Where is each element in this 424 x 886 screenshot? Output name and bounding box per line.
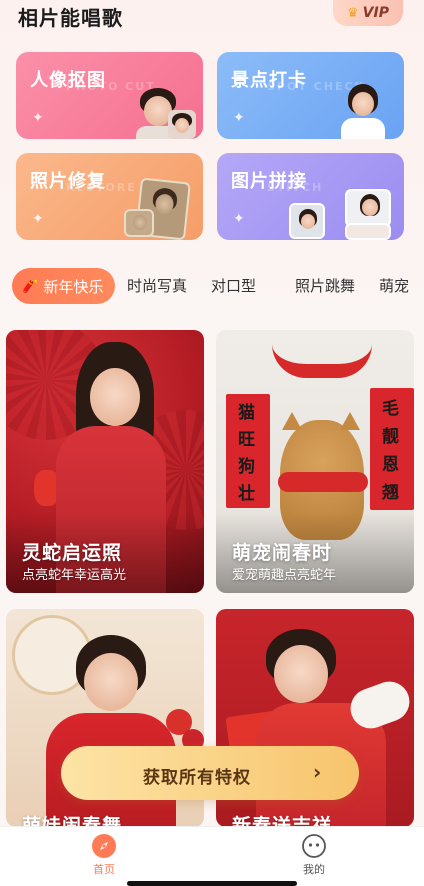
firecracker-icon: 🧨: [22, 278, 40, 294]
child-portrait-small-thumbnail: [168, 110, 196, 139]
couplet-left: 猫 旺 狗 壮: [226, 394, 270, 508]
old-photo-small-thumbnail: [124, 209, 154, 237]
template-card[interactable]: 灵蛇启运照 点亮蛇年幸运高光: [6, 330, 204, 593]
couplet-char: 狗: [238, 457, 255, 477]
cat-ear-left: [282, 412, 302, 430]
compass-icon: [92, 834, 116, 858]
tab-label: 新年快乐: [43, 277, 104, 296]
child-face: [274, 645, 328, 703]
get-all-privileges-button[interactable]: 获取所有特权 ›: [61, 746, 359, 800]
tab-lip-sync[interactable]: 对口型: [211, 268, 256, 304]
collage-thumbnail-2: [345, 189, 391, 227]
cta-label: 获取所有特权: [143, 768, 251, 788]
couplet-char: 壮: [238, 484, 255, 504]
card-title: 萌宠闹春时: [232, 542, 333, 564]
feature-label: 照片修复: [30, 171, 106, 192]
tab-fashion-portrait[interactable]: 时尚写真: [127, 268, 187, 304]
collage-thumbnail-3: [345, 223, 391, 240]
couplet-char: 靓: [382, 427, 399, 447]
child-face: [84, 653, 138, 711]
feature-label: 景点打卡: [231, 70, 307, 91]
chevron-right-icon: ›: [313, 760, 322, 784]
feature-portrait-cutout[interactable]: PHOTO CUT 人像抠图 ✦: [16, 52, 203, 139]
feature-photo-restore[interactable]: RESTORE 照片修复 ✦: [16, 153, 203, 240]
cat-scarf: [278, 472, 368, 492]
nav-home[interactable]: 首页: [74, 833, 134, 877]
card-subtitle: 爱宠萌趣点亮蛇年: [232, 568, 337, 583]
couplet-char: 毛: [382, 399, 399, 419]
crown-icon: ♛: [347, 5, 359, 21]
model-face: [90, 368, 140, 426]
tab-pets[interactable]: 萌宠: [379, 268, 409, 304]
feature-label: 人像抠图: [30, 70, 106, 91]
feature-landmark-checkin[interactable]: SPOT CHECK 景点打卡 ✦: [217, 52, 404, 139]
card-title: 萌娃闹春舞: [22, 815, 123, 827]
sparkle-icon: ✦: [233, 211, 245, 227]
sparkle-icon: ✦: [32, 110, 44, 126]
feature-photo-collage[interactable]: STITCH 图片拼接 ✦: [217, 153, 404, 240]
couplet-char: 翘: [382, 483, 399, 503]
vip-label: VIP: [362, 5, 389, 21]
category-tabs: 🧨 新年快乐 时尚写真 对口型 照片跳舞 萌宠: [0, 268, 424, 306]
app-title: 相片能唱歌: [18, 6, 123, 30]
tab-new-year[interactable]: 🧨 新年快乐: [12, 268, 116, 304]
couplet-char: 恩: [382, 455, 399, 475]
tab-photo-dance[interactable]: 照片跳舞: [295, 268, 355, 304]
collage-thumbnail-1: [289, 203, 325, 239]
template-card[interactable]: 猫 旺 狗 壮 毛 靓 恩 翘 萌宠闹春时 爱宠萌趣点亮蛇年: [216, 330, 414, 593]
firecracker-garland: [272, 344, 372, 378]
card-title: 新春送吉祥: [232, 815, 333, 827]
sparkle-icon: ✦: [32, 211, 44, 227]
home-indicator: [127, 881, 297, 886]
profile-face-icon: [302, 834, 326, 858]
sparkle-icon: ✦: [233, 110, 245, 126]
cat-ear-right: [340, 412, 360, 430]
couplet-right: 毛 靓 恩 翘: [370, 388, 414, 510]
nav-profile[interactable]: 我的: [284, 833, 344, 877]
nav-home-label: 首页: [93, 863, 115, 876]
feature-label: 图片拼接: [231, 171, 307, 192]
couplet-char: 猫: [238, 403, 255, 423]
card-title: 灵蛇启运照: [22, 542, 123, 564]
couplet-char: 旺: [238, 430, 255, 450]
woman-portrait-thumbnail: [337, 80, 389, 139]
card-subtitle: 点亮蛇年幸运高光: [22, 568, 127, 583]
nav-profile-label: 我的: [303, 863, 325, 876]
bottom-navigation: 首页 我的: [0, 826, 424, 886]
vip-button[interactable]: ♛ VIP: [333, 0, 403, 26]
